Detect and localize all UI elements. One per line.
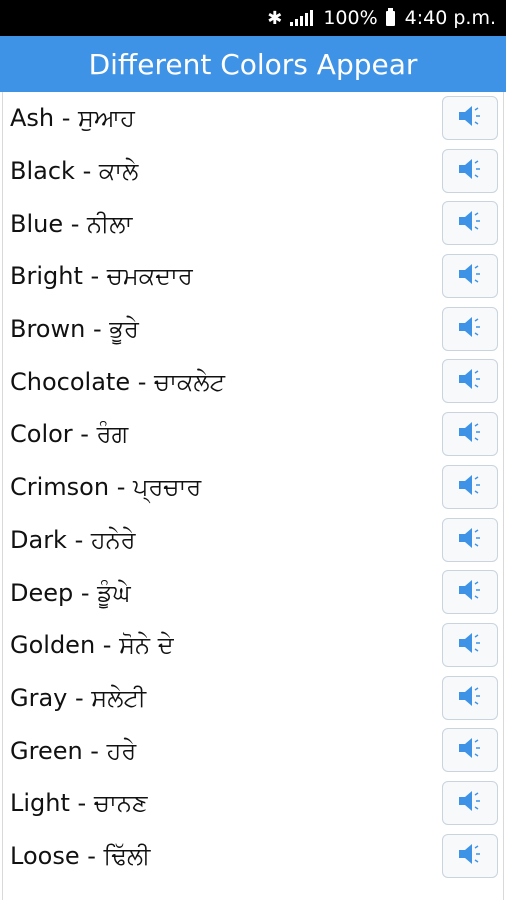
speaker-icon xyxy=(457,368,483,394)
list-item[interactable]: Blue - ਨੀਲਾ xyxy=(3,197,503,250)
speaker-icon xyxy=(457,527,483,553)
battery-icon xyxy=(385,7,395,26)
speaker-icon xyxy=(457,105,483,131)
signal-icon xyxy=(290,10,314,26)
speaker-icon xyxy=(457,263,483,289)
list-item[interactable]: Brown - ਭੂਰੇ xyxy=(3,303,503,356)
list-item[interactable]: Loose - ਢਿੱਲੀ xyxy=(3,830,503,883)
word-label: Blue - ਨੀਲਾ xyxy=(10,209,133,238)
speak-button[interactable] xyxy=(442,412,498,457)
speaker-icon xyxy=(457,421,483,447)
list-item[interactable]: Chocolate - ਚਾਕਲੇਟ xyxy=(3,355,503,408)
list-item[interactable]: Light - ਚਾਨਣ xyxy=(3,777,503,830)
word-label: Deep - ਡੂੰਘੇ xyxy=(10,578,131,607)
speak-button[interactable] xyxy=(442,359,498,404)
speaker-icon xyxy=(457,632,483,658)
speak-button[interactable] xyxy=(442,728,498,773)
speaker-icon xyxy=(457,158,483,184)
speak-button[interactable] xyxy=(442,254,498,299)
speak-button[interactable] xyxy=(442,675,498,720)
list-item[interactable]: Golden - ਸੋਨੇ ਦੇ xyxy=(3,619,503,672)
word-label: Black - ਕਾਲੇ xyxy=(10,157,139,186)
list-item[interactable]: Bright - ਚਮਕਦਾਰ xyxy=(3,250,503,303)
word-label: Golden - ਸੋਨੇ ਦੇ xyxy=(10,631,174,660)
speak-button[interactable] xyxy=(442,517,498,562)
list-item[interactable]: Green - ਹਰੇ xyxy=(3,724,503,777)
bluetooth-icon: ✱ xyxy=(267,7,283,29)
word-label: Ash - ਸੁਆਹ xyxy=(10,104,135,133)
speaker-icon xyxy=(457,579,483,605)
list-item[interactable]: Crimson - ਪ੍ਰਚਾਰ xyxy=(3,461,503,514)
speaker-icon xyxy=(457,790,483,816)
speaker-icon xyxy=(457,210,483,236)
word-label: Color - ਰੰਗ xyxy=(10,420,129,449)
word-label: Gray - ਸਲੇਟੀ xyxy=(10,683,147,712)
color-word-list[interactable]: Ash - ਸੁਆਹ Black - ਕਾਲੇ Blue - ਨੀਲਾ Bright … xyxy=(2,92,504,900)
list-item[interactable]: Dark - ਹਨੇਰੇ xyxy=(3,514,503,567)
word-label: Loose - ਢਿੱਲੀ xyxy=(10,841,151,870)
speak-button[interactable] xyxy=(442,780,498,825)
word-label: Crimson - ਪ੍ਰਚਾਰ xyxy=(10,473,202,502)
status-time: 4:40 p.m. xyxy=(404,7,496,29)
speak-button[interactable] xyxy=(442,306,498,351)
word-label: Brown - ਭੂਰੇ xyxy=(10,315,139,344)
word-label: Light - ਚਾਨਣ xyxy=(10,789,148,818)
battery-percentage: 100% xyxy=(323,7,378,29)
page-title: Different Colors Appear xyxy=(88,47,418,81)
speaker-icon xyxy=(457,316,483,342)
status-bar: ✱ 100% 4:40 p.m. xyxy=(0,0,506,36)
speaker-icon xyxy=(457,737,483,763)
list-item[interactable]: Color - ਰੰਗ xyxy=(3,408,503,461)
word-label: Chocolate - ਚਾਕਲੇਟ xyxy=(10,367,226,396)
list-item[interactable]: Black - ਕਾਲੇ xyxy=(3,145,503,198)
list-item[interactable]: Deep - ਡੂੰਘੇ xyxy=(3,566,503,619)
speak-button[interactable] xyxy=(442,201,498,246)
list-item[interactable]: Gray - ਸਲੇਟੀ xyxy=(3,672,503,725)
speak-button[interactable] xyxy=(442,464,498,509)
speak-button[interactable] xyxy=(442,622,498,667)
word-label: Bright - ਚਮਕਦਾਰ xyxy=(10,262,193,291)
speak-button[interactable] xyxy=(442,148,498,193)
list-item[interactable]: Ash - ਸੁਆਹ xyxy=(3,92,503,145)
word-label: Green - ਹਰੇ xyxy=(10,736,137,765)
speak-button[interactable] xyxy=(442,96,498,140)
speaker-icon xyxy=(457,474,483,500)
speaker-icon xyxy=(457,843,483,869)
speak-button[interactable] xyxy=(442,570,498,615)
word-label: Dark - ਹਨੇਰੇ xyxy=(10,525,136,554)
speaker-icon xyxy=(457,685,483,711)
app-bar: Different Colors Appear xyxy=(0,36,506,92)
speak-button[interactable] xyxy=(442,833,498,878)
